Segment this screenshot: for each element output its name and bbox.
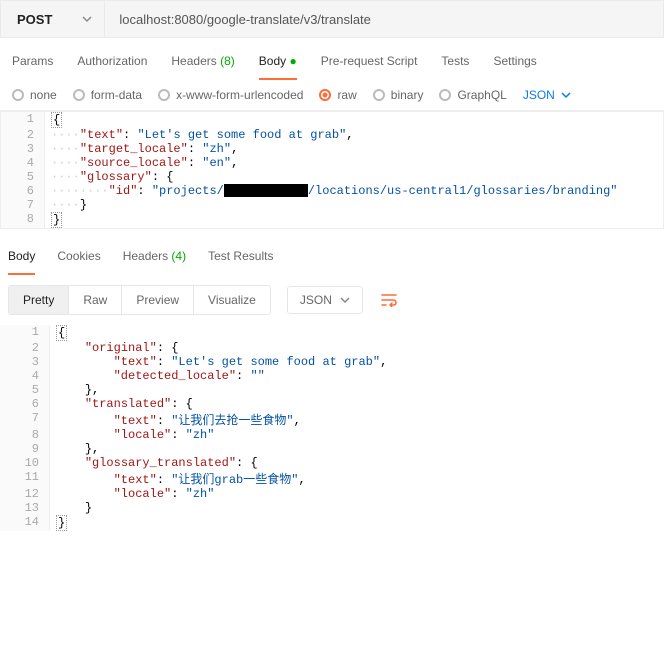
tab-body-label: Body xyxy=(259,54,286,68)
language-label: JSON xyxy=(523,88,555,102)
url-input[interactable]: localhost:8080/google-translate/v3/trans… xyxy=(104,1,663,37)
radio-dot-selected xyxy=(319,89,331,101)
request-tabs: Params Authorization Headers (8) Body ● … xyxy=(0,38,664,80)
redacted-text xyxy=(224,184,308,197)
resp-tab-headers[interactable]: Headers (4) xyxy=(123,249,186,275)
tab-headers-count: (8) xyxy=(220,54,235,68)
view-preview[interactable]: Preview xyxy=(122,286,194,314)
radio-none-label: none xyxy=(30,88,57,102)
resp-tab-cookies[interactable]: Cookies xyxy=(57,249,100,275)
response-language-label: JSON xyxy=(300,293,332,307)
tab-headers-label: Headers xyxy=(171,54,216,68)
response-viewbar: Pretty Raw Preview Visualize JSON xyxy=(0,275,664,325)
radio-formdata-label: form-data xyxy=(91,88,142,102)
request-bar: POST localhost:8080/google-translate/v3/… xyxy=(0,0,664,38)
chevron-down-icon xyxy=(82,12,92,27)
resp-tab-testresults[interactable]: Test Results xyxy=(208,249,273,275)
tab-body[interactable]: Body ● xyxy=(259,54,297,80)
radio-none[interactable]: none xyxy=(12,88,57,102)
method-dropdown[interactable]: POST xyxy=(1,12,104,27)
radio-dot xyxy=(12,89,24,101)
response-body-editor[interactable]: 1{ 2 "original": { 3 "text": "Let's get … xyxy=(0,325,664,531)
radio-graphql[interactable]: GraphQL xyxy=(439,88,506,102)
view-segment: Pretty Raw Preview Visualize xyxy=(8,285,271,315)
radio-graphql-label: GraphQL xyxy=(457,88,506,102)
url-text: localhost:8080/google-translate/v3/trans… xyxy=(119,12,371,27)
wrap-lines-icon[interactable] xyxy=(377,288,401,312)
view-visualize[interactable]: Visualize xyxy=(194,286,270,314)
radio-dot xyxy=(73,89,85,101)
response-tabs: Body Cookies Headers (4) Test Results xyxy=(0,229,664,275)
radio-xform-label: x-www-form-urlencoded xyxy=(176,88,303,102)
chevron-down-icon xyxy=(561,90,571,100)
resp-tab-body[interactable]: Body xyxy=(8,249,35,275)
method-label: POST xyxy=(17,12,52,27)
radio-dot xyxy=(439,89,451,101)
radio-xform[interactable]: x-www-form-urlencoded xyxy=(158,88,303,102)
chevron-down-icon xyxy=(340,295,350,305)
tab-params[interactable]: Params xyxy=(12,54,53,80)
tab-prerequest[interactable]: Pre-request Script xyxy=(321,54,418,80)
tab-headers[interactable]: Headers (8) xyxy=(171,54,234,80)
view-raw[interactable]: Raw xyxy=(69,286,122,314)
radio-raw-label: raw xyxy=(337,88,356,102)
resp-tab-headers-label: Headers xyxy=(123,249,168,263)
radio-dot xyxy=(373,89,385,101)
view-pretty[interactable]: Pretty xyxy=(9,286,69,314)
response-language-dropdown[interactable]: JSON xyxy=(287,286,363,314)
body-language-dropdown[interactable]: JSON xyxy=(523,88,571,102)
tab-tests[interactable]: Tests xyxy=(441,54,469,80)
radio-dot xyxy=(158,89,170,101)
tab-settings[interactable]: Settings xyxy=(493,54,536,80)
body-type-bar: none form-data x-www-form-urlencoded raw… xyxy=(0,80,664,111)
tab-authorization[interactable]: Authorization xyxy=(77,54,147,80)
body-dirty-dot: ● xyxy=(289,54,296,68)
request-body-editor[interactable]: 1{ 2····"text": "Let's get some food at … xyxy=(0,111,664,229)
radio-binary-label: binary xyxy=(391,88,424,102)
radio-formdata[interactable]: form-data xyxy=(73,88,142,102)
radio-raw[interactable]: raw xyxy=(319,88,356,102)
radio-binary[interactable]: binary xyxy=(373,88,424,102)
resp-tab-headers-count: (4) xyxy=(171,249,186,263)
